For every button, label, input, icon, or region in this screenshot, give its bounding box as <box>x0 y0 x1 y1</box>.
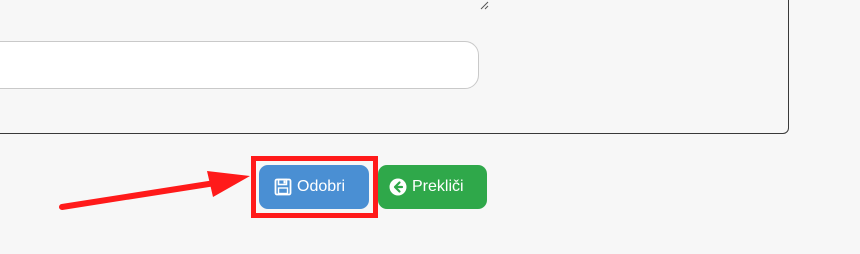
arrow-shaft <box>59 180 218 210</box>
cancel-button-label: Prekliči <box>412 178 464 195</box>
text-input[interactable] <box>0 41 479 89</box>
floppy-disk-icon <box>274 178 292 196</box>
arrow-head <box>207 171 250 197</box>
cancel-button[interactable]: Prekliči <box>378 165 487 209</box>
approve-button-label: Odobri <box>297 178 346 195</box>
arrow-circle-left-icon <box>389 178 407 196</box>
resize-grip-icon[interactable] <box>479 0 489 10</box>
approve-button[interactable]: Odobri <box>259 165 369 209</box>
